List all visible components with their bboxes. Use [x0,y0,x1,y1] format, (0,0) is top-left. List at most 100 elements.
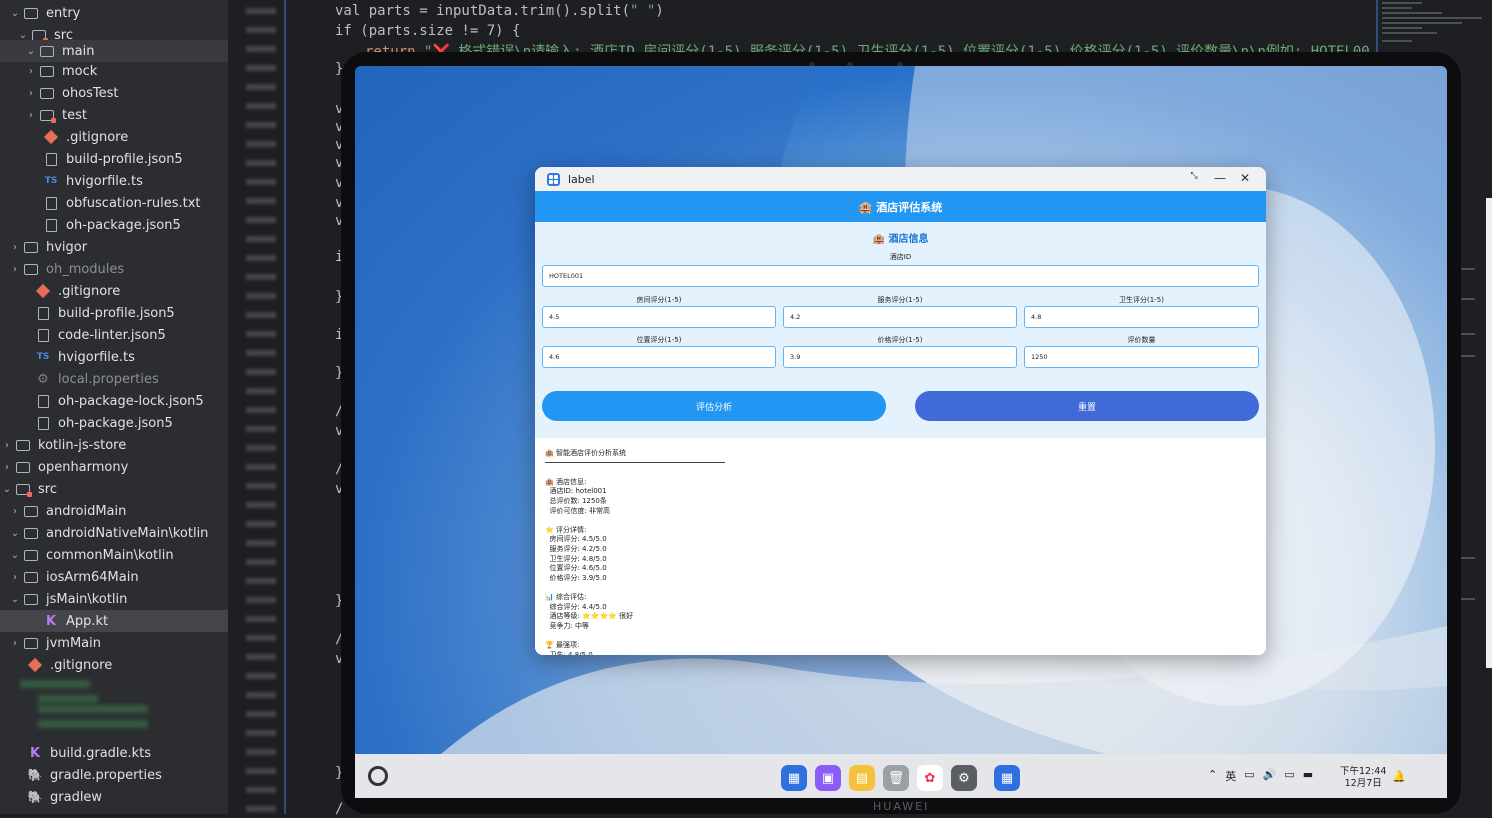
chevron-right-icon[interactable]: › [24,66,38,77]
tree-item[interactable]: › hvigor [0,236,228,258]
tree-item[interactable]: K App.kt [0,610,228,632]
input-method-icon[interactable]: 英 [1225,768,1236,784]
clipboard-icon[interactable]: ▭ [1244,768,1254,784]
chevron-down-icon[interactable]: ⌄ [8,550,22,561]
output-line: 卫生: 4.8/5.0 [545,650,593,655]
tree-item[interactable]: oh-package.json5 [0,214,228,236]
tree-item[interactable]: › ohosTest [0,82,228,104]
notification-bell-icon[interactable]: 🔔 [1392,770,1406,783]
chevron-up-icon[interactable]: ⌃ [1208,768,1217,784]
review-count-input[interactable]: 1250 [1024,346,1259,368]
battery-icon[interactable]: ▬ [1303,768,1313,784]
tree-item[interactable]: build-profile.json5 [0,302,228,324]
tree-item[interactable]: › oh_modules [0,258,228,280]
tree-item[interactable]: ⌄ main [0,40,228,62]
tree-item[interactable]: › openharmony [0,456,228,478]
gradle-icon: 🐘 [27,768,43,782]
analyze-button[interactable]: 评估分析 [542,391,886,421]
code-line-1: val parts = inputData.trim().split(" ") [335,3,664,19]
tree-item[interactable]: ⌄ src [0,478,228,500]
settings-icon[interactable]: ⚙ [951,765,977,791]
tree-item[interactable]: 🐘 gradlew [0,786,228,808]
tree-item[interactable]: 🐘 gradle.properties [0,764,228,786]
close-icon[interactable]: ✕ [1236,171,1254,185]
output-line: 房间评分: 4.5/5.0 [545,535,607,544]
kotlin-icon: K [29,745,41,761]
tree-item-label: kotlin-js-store [38,437,127,453]
tree-item[interactable]: › androidMain [0,500,228,522]
reset-button[interactable]: 重置 [915,391,1259,421]
chevron-down-icon[interactable]: ⌄ [8,8,22,19]
tree-item-label: oh_modules [46,261,125,277]
app-grid-icon[interactable]: ▦ [781,765,807,791]
volume-icon[interactable]: 🔊 [1263,768,1277,784]
chevron-down-icon[interactable]: ⌄ [16,30,30,41]
window-titlebar[interactable]: label ⤡ — ✕ [535,167,1266,191]
tree-item[interactable]: ⌄ androidNativeMain\kotlin [0,522,228,544]
tree-item[interactable]: .gitignore [0,654,228,676]
line-number [246,787,276,793]
tree-item[interactable]: › iosArm64Main [0,566,228,588]
app-icon [547,172,560,186]
files-icon[interactable]: ▤ [849,765,875,791]
chevron-right-icon[interactable]: › [24,88,38,99]
line-number [246,597,276,603]
line-number [246,331,276,337]
chevron-down-icon[interactable]: ⌄ [24,46,38,57]
chevron-down-icon[interactable]: ⌄ [8,528,22,539]
restore-icon[interactable]: ⤡ [1185,171,1203,181]
chevron-right-icon[interactable]: › [24,110,38,121]
tree-item[interactable]: ⚙ local.properties [0,368,228,390]
line-number [246,65,276,71]
tree-item[interactable]: .gitignore [0,126,228,148]
chevron-right-icon[interactable]: › [8,242,22,253]
photos-icon[interactable]: ✿ [917,765,943,791]
tree-item[interactable]: obfuscation-rules.txt [0,192,228,214]
chevron-right-icon[interactable]: › [0,462,14,473]
tree-item[interactable]: TS hvigorfile.ts [0,346,228,368]
tree-item[interactable]: build-profile.json5 [0,148,228,170]
redacted-block [38,720,148,728]
chevron-down-icon[interactable]: ⌄ [8,594,22,605]
tree-item[interactable]: oh-package.json5 [0,412,228,434]
tree-item[interactable]: › kotlin-js-store [0,434,228,456]
tree-item[interactable]: oh-package-lock.json5 [0,390,228,412]
running-app-icon[interactable]: ▦ [994,765,1020,791]
window-title: label [568,172,595,186]
room-score-input[interactable]: 4.5 [542,306,776,328]
chevron-right-icon[interactable]: › [8,506,22,517]
folder-icon [38,44,56,58]
hygiene-score-input[interactable]: 4.8 [1024,306,1259,328]
chevron-down-icon[interactable]: ⌄ [0,484,14,495]
chevron-right-icon[interactable]: › [8,638,22,649]
tree-item[interactable]: ⌄ jsMain\kotlin [0,588,228,610]
tree-item[interactable]: .gitignore [0,280,228,302]
trash-icon[interactable]: 🗑 [883,765,909,791]
display-icon[interactable]: ▭ [1284,768,1294,784]
tree-item[interactable]: › jvmMain [0,632,228,654]
chevron-right-icon[interactable]: › [0,440,14,451]
line-number [246,217,276,223]
system-tray[interactable]: ⌃ 英 ▭ 🔊 ▭ ▬ [1208,768,1313,784]
location-score-input[interactable]: 4.6 [542,346,776,368]
service-score-input[interactable]: 4.2 [783,306,1017,328]
tree-item[interactable]: ⌄ commonMain\kotlin [0,544,228,566]
tree-item[interactable]: Kbuild.gradle.kts [0,742,228,764]
clock[interactable]: 下午12:44 12月7日 [1340,766,1386,790]
gallery-icon[interactable]: ▣ [815,765,841,791]
chevron-right-icon[interactable]: › [8,264,22,275]
tree-item[interactable]: code-linter.json5 [0,324,228,346]
price-score-input[interactable]: 3.9 [783,346,1017,368]
minimize-icon[interactable]: — [1211,171,1229,185]
tree-item[interactable]: › test [0,104,228,126]
line-number [246,540,276,546]
home-button[interactable] [368,766,388,786]
tree-item[interactable]: TS hvigorfile.ts [0,170,228,192]
hotel-id-input[interactable]: HOTEL001 [542,265,1259,287]
folder-icon [22,548,40,562]
tree-item[interactable]: › mock [0,60,228,82]
output-divider [545,462,725,463]
chevron-right-icon[interactable]: › [8,572,22,583]
line-number [246,445,276,451]
tree-item[interactable]: ⌄ entry [0,2,228,24]
